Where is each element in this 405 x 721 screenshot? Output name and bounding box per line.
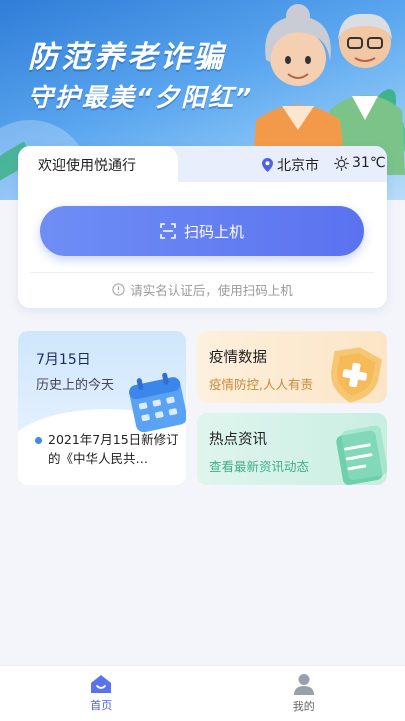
history-date: 7月15日 — [36, 352, 91, 368]
info-icon — [112, 283, 125, 296]
welcome-text: 欢迎使用悦通行 — [38, 158, 136, 174]
weather-info: 31℃ — [334, 155, 386, 171]
scan-login-button[interactable]: 扫码上机 — [40, 206, 364, 256]
location-text: 北京市 — [277, 158, 319, 174]
card-header: 欢迎使用悦通行 北京市 31℃ — [18, 146, 387, 182]
hot-news-card[interactable]: 热点资讯 查看最新资讯动态 — [197, 413, 387, 485]
divider — [30, 272, 375, 273]
home-icon — [91, 675, 112, 693]
history-subtitle: 历史上的今天 — [36, 378, 115, 393]
history-today-card[interactable]: 7月15日 历史上的今天 2021年7月15日新修订的《中华人民共… — [18, 331, 186, 485]
shield-plus-icon — [331, 347, 382, 403]
epidemic-data-card[interactable]: 疫情数据 疫情防控,人人有责 — [197, 331, 387, 403]
bottom-nav: 首页 我的 — [0, 665, 405, 721]
nav-profile-label: 我的 — [292, 700, 315, 713]
history-item-bullet — [35, 437, 42, 444]
user-icon — [293, 674, 314, 695]
history-item-text[interactable]: 2021年7月15日新修订的《中华人民共… — [48, 430, 180, 468]
banner-subtitle: 守护最美“夕阳红” — [28, 83, 254, 112]
news-subtitle: 查看最新资讯动态 — [209, 459, 310, 474]
banner-title: 防范养老诈骗 — [28, 40, 226, 75]
scan-button-label: 扫码上机 — [183, 222, 244, 241]
location-info[interactable]: 北京市 — [262, 155, 319, 175]
calendar-icon — [129, 372, 186, 433]
nav-profile[interactable]: 我的 — [203, 666, 405, 721]
scan-card: 欢迎使用悦通行 北京市 31℃ 扫码上机 请实名认证后，使用扫码上机 — [18, 146, 387, 308]
sun-icon — [334, 155, 349, 171]
news-title: 热点资讯 — [209, 432, 267, 448]
epidemic-title: 疫情数据 — [209, 350, 267, 366]
nav-home[interactable]: 首页 — [0, 666, 203, 721]
location-pin-icon — [262, 158, 273, 172]
document-icon — [336, 425, 387, 485]
auth-hint-text: 请实名认证后，使用扫码上机 — [130, 283, 293, 298]
scan-icon — [160, 223, 176, 239]
auth-hint: 请实名认证后，使用扫码上机 — [18, 280, 387, 299]
temperature-text: 31℃ — [352, 155, 386, 171]
nav-home-label: 首页 — [90, 699, 113, 712]
epidemic-subtitle: 疫情防控,人人有责 — [209, 377, 313, 392]
